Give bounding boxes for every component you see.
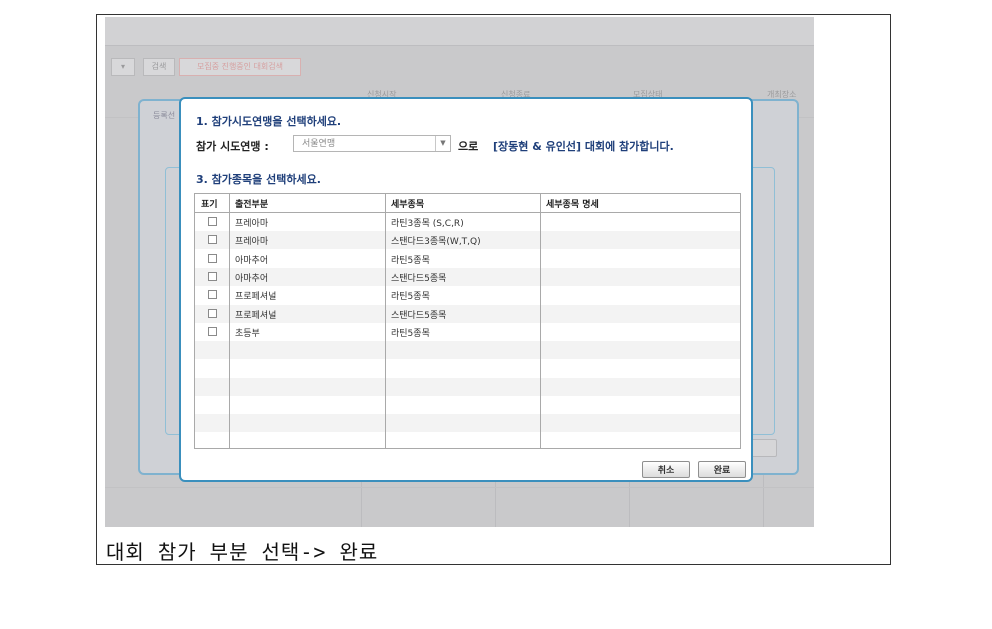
federation-connector: 으로: [458, 140, 479, 153]
event-checkbox[interactable]: [208, 253, 217, 263]
event-cell: 스탠다드5종목: [391, 273, 447, 284]
division-cell: 초등부: [235, 328, 260, 339]
grid-column-divider: [229, 194, 230, 448]
division-cell: 아마추어: [235, 255, 269, 266]
event-checkbox[interactable]: [208, 235, 217, 245]
event-checkbox[interactable]: [208, 308, 217, 318]
event-cell: 라틴5종목: [391, 292, 430, 303]
participation-message: [장동현 & 유인선] 대회에 참가합니다.: [493, 140, 674, 153]
grid-column-divider: [540, 194, 541, 448]
table-row: 아마추어 라틴5종목: [195, 250, 740, 268]
event-checkbox[interactable]: [208, 290, 217, 300]
grid-header-division: 출전부분: [235, 200, 269, 210]
division-cell: 프레아마: [235, 219, 269, 229]
division-cell: 아마추어: [235, 273, 269, 284]
event-checkbox[interactable]: [208, 271, 217, 281]
federation-select[interactable]: 서울연맹 ▼: [293, 135, 451, 152]
background-search-button: 검색: [143, 58, 175, 76]
empty-row: [195, 341, 740, 360]
empty-row: [195, 396, 740, 414]
event-selection-grid: 표기 출전부분 세부종목 세부종목 명세 프레아마 라틴3종목 (S,C,R) 프레…: [194, 193, 741, 449]
table-row: 프레아마 라틴3종목 (S,C,R): [195, 213, 740, 231]
event-checkbox[interactable]: [208, 326, 217, 336]
division-cell: 프로페셔널: [235, 292, 277, 303]
empty-row: [195, 433, 740, 448]
empty-row: [195, 359, 740, 377]
background-dropdown: ▾: [111, 58, 135, 76]
table-row: 프로페셔널 라틴5종목: [195, 286, 740, 304]
event-cell: 스탠다드3종목(W,T,Q): [391, 237, 481, 248]
event-cell: 스탠다드5종목: [391, 310, 447, 321]
chevron-down-icon[interactable]: ▼: [435, 136, 450, 151]
background-recruiting-search-button: 모집중 진행중인 대회검색: [179, 58, 301, 76]
event-cell: 라틴5종목: [391, 328, 430, 339]
table-row: 프레아마 스탠다드3종목(W,T,Q): [195, 231, 740, 250]
grid-header-event-detail: 세부종목 명세: [546, 200, 599, 210]
background-dialog-label: 등록선: [153, 111, 176, 120]
confirm-button[interactable]: 완료: [698, 461, 746, 478]
table-row: 아마추어 스탠다드5종목: [195, 267, 740, 286]
caption-text: 대회 참가 부분 선택-> 완료: [106, 540, 379, 564]
grid-header-check: 표기: [201, 200, 218, 210]
empty-row: [195, 414, 740, 433]
participation-dialog: 1. 참가시도연맹을 선택하세요. 참가 시도연맹 : 서울연맹 ▼ 으로 [장…: [179, 97, 753, 482]
grid-header-event: 세부종목: [391, 200, 425, 210]
event-cell: 라틴5종목: [391, 255, 430, 266]
event-checkbox[interactable]: [208, 217, 217, 226]
division-cell: 프로페셔널: [235, 310, 277, 321]
grid-column-divider: [385, 194, 386, 448]
event-cell: 라틴3종목 (S,C,R): [391, 219, 464, 229]
table-row: 초등부 라틴5종목: [195, 323, 740, 341]
cancel-button[interactable]: 취소: [642, 461, 690, 478]
grid-header: 표기 출전부분 세부종목 세부종목 명세: [195, 194, 740, 213]
step3-title: 3. 참가종목을 선택하세요.: [196, 173, 321, 186]
background-filter-bar: ▾ 검색 모집중 진행중인 대회검색: [105, 55, 814, 81]
background-top-band: [105, 17, 814, 46]
division-cell: 프레아마: [235, 237, 269, 248]
federation-select-value: 서울연맹: [302, 139, 336, 149]
federation-label: 참가 시도연맹 :: [196, 140, 269, 153]
step1-title: 1. 참가시도연맹을 선택하세요.: [196, 115, 342, 128]
table-row: 프로페셔널 스탠다드5종목: [195, 304, 740, 323]
background-row-line: [105, 487, 814, 488]
empty-row: [195, 377, 740, 396]
